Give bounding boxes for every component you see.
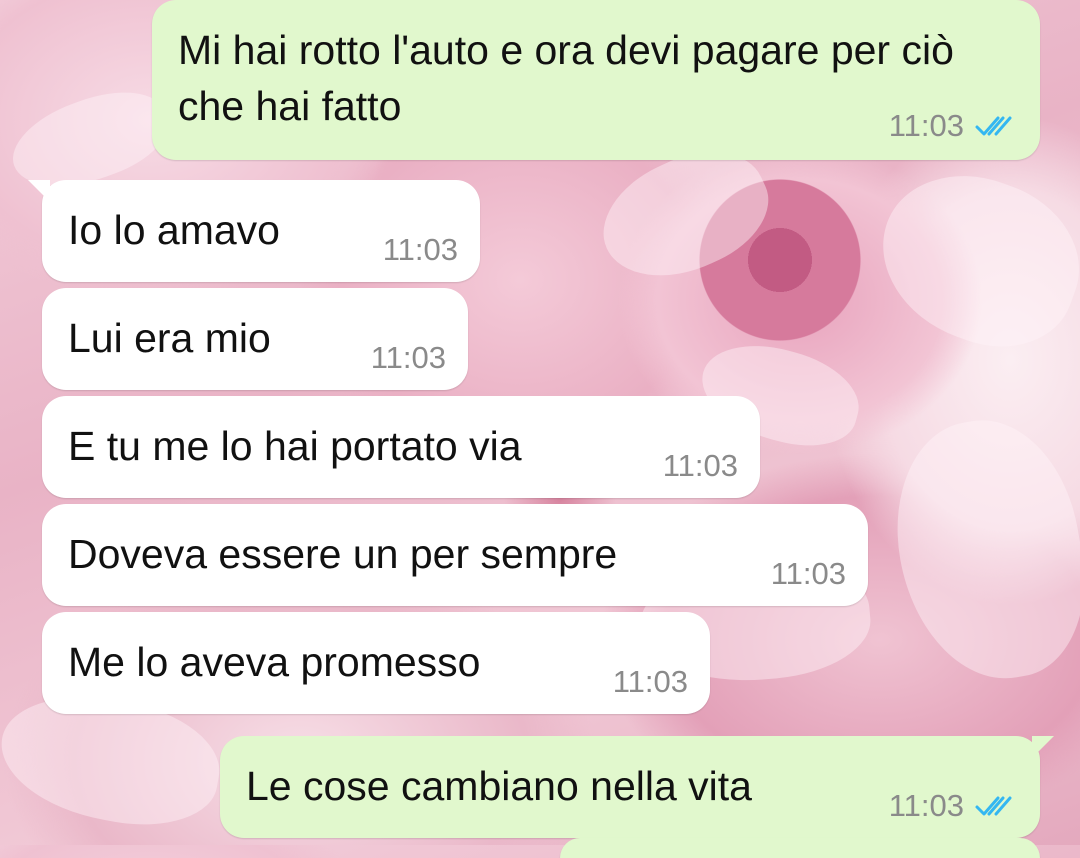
message-text: Doveva essere un per sempre [68, 531, 618, 577]
bubble-tail [28, 180, 50, 202]
message-meta: 11:03 [771, 556, 846, 592]
message-bubble-outgoing-partial[interactable] [560, 838, 1040, 858]
message-time: 11:03 [888, 788, 964, 823]
message-text: Le cose cambiano nella vita [246, 763, 752, 809]
message-time: 11:03 [770, 556, 846, 591]
message-time: 11:03 [888, 108, 964, 143]
message-time: 11:03 [382, 232, 458, 267]
message-text: E tu me lo hai portato via [68, 423, 522, 469]
message-text: Me lo aveva promesso [68, 639, 481, 685]
message-meta: 11:03 [663, 448, 738, 484]
message-meta: 11:03 [371, 340, 446, 376]
message-bubble-outgoing[interactable]: Le cose cambiano nella vita 11:03 [220, 736, 1054, 838]
message-time: 11:03 [370, 340, 446, 375]
message-time: 11:03 [662, 448, 738, 483]
message-meta: 11:03 [889, 788, 1018, 824]
message-bubble-incoming[interactable]: Io lo amavo 11:03 [28, 180, 480, 282]
message-bubble-incoming[interactable]: Lui era mio 11:03 [42, 288, 468, 390]
message-text: Lui era mio [68, 315, 271, 361]
message-bubble-outgoing[interactable]: Mi hai rotto l'auto e ora devi pagare pe… [152, 0, 1040, 160]
message-meta: 11:03 [889, 108, 1018, 144]
message-text: Mi hai rotto l'auto e ora devi pagare pe… [178, 27, 966, 129]
double-check-read-icon [975, 116, 1012, 136]
message-bubble-incoming[interactable]: Doveva essere un per sempre 11:03 [42, 504, 868, 606]
message-time: 11:03 [612, 664, 688, 699]
message-meta: 11:03 [383, 232, 458, 268]
message-meta: 11:03 [613, 664, 688, 700]
message-bubble-incoming[interactable]: E tu me lo hai portato via 11:03 [42, 396, 760, 498]
message-bubble-incoming[interactable]: Me lo aveva promesso 11:03 [42, 612, 710, 714]
bubble-tail [1032, 736, 1054, 758]
message-text: Io lo amavo [68, 207, 280, 253]
double-check-read-icon [975, 796, 1012, 816]
